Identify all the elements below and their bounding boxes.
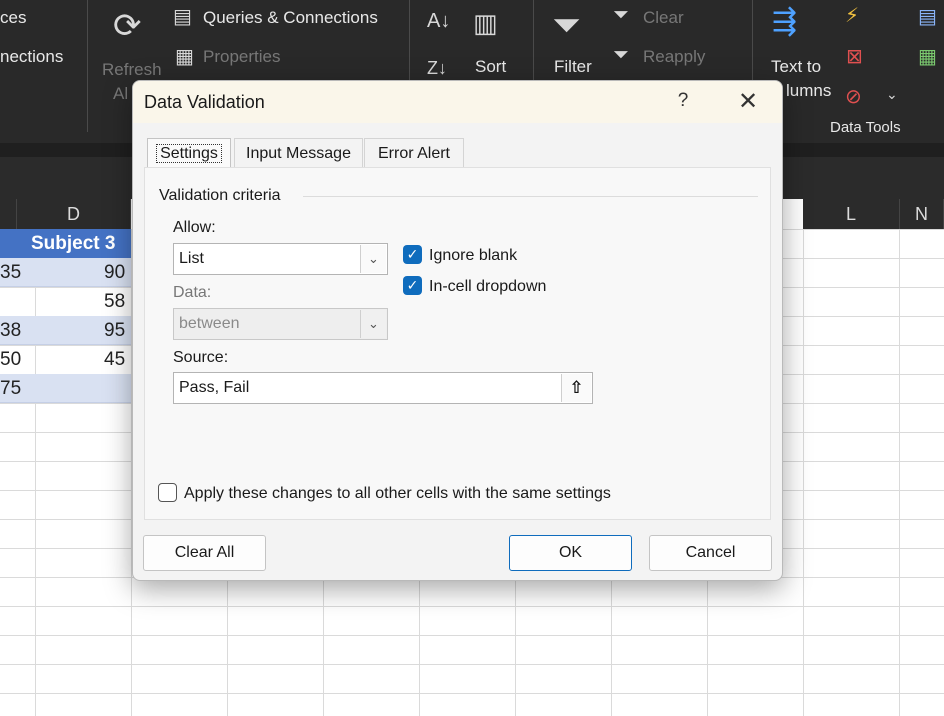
chevron-down-icon[interactable]: ⌄ xyxy=(360,245,386,273)
tab-error-alert[interactable]: Error Alert xyxy=(364,138,464,168)
text-to-columns-partial: lumns xyxy=(786,81,832,100)
ignore-blank-label[interactable]: Ignore blank xyxy=(429,247,517,265)
table-cell[interactable]: 38 xyxy=(0,316,21,345)
remove-duplicates-icon[interactable]: ⊠ xyxy=(846,44,863,69)
tab-input-message[interactable]: Input Message xyxy=(234,138,363,168)
data-tools-group-label: Data Tools xyxy=(830,119,901,136)
allow-select[interactable]: List ⌄ xyxy=(173,243,388,275)
flash-fill-icon[interactable]: ⚡ xyxy=(845,3,859,28)
column-header-c[interactable] xyxy=(0,199,17,229)
apply-to-all-label[interactable]: Apply these changes to all other cells w… xyxy=(184,485,611,503)
dialog-title: Data Validation xyxy=(144,92,265,112)
clear-all-button[interactable]: Clear All xyxy=(143,535,266,571)
data-validation-icon[interactable]: ⊘ xyxy=(845,84,862,109)
chevron-down-icon[interactable]: ⌄ xyxy=(886,86,898,103)
properties-icon: ▦ xyxy=(175,46,194,68)
table-cell[interactable]: 50 xyxy=(0,345,21,374)
reapply-button[interactable]: Reapply xyxy=(643,47,705,67)
validation-criteria-heading: Validation criteria xyxy=(159,187,281,204)
table-cell[interactable]: 35 xyxy=(0,258,21,287)
close-icon[interactable]: ✕ xyxy=(733,87,763,116)
ok-button[interactable]: OK xyxy=(509,535,632,571)
refresh-all-partial: Al xyxy=(113,84,129,103)
range-picker-icon[interactable]: ⇧ xyxy=(561,374,591,402)
text-to-columns-icon: ⇶ xyxy=(772,5,798,38)
properties-button[interactable]: Properties xyxy=(203,47,280,67)
text-to-columns-button[interactable]: Text to xyxy=(771,57,821,77)
refresh-label[interactable]: Refresh xyxy=(102,60,162,80)
data-select: between ⌄ xyxy=(173,308,388,340)
sort-za-icon[interactable]: Z↓ xyxy=(427,58,447,79)
table-cell[interactable]: 90 xyxy=(104,258,125,287)
table-cell[interactable]: 75 xyxy=(0,374,21,403)
queries-connections-button[interactable]: Queries & Connections xyxy=(203,8,378,28)
table-header-cell[interactable]: Subject 3 xyxy=(31,229,115,258)
clear-filter-icon: ⏷ xyxy=(613,4,629,26)
sort-button[interactable]: Sort xyxy=(475,57,506,77)
allow-label: Allow: xyxy=(173,219,216,236)
cancel-button[interactable]: Cancel xyxy=(649,535,772,571)
data-select-value: between xyxy=(179,315,240,332)
allow-select-value: List xyxy=(179,250,204,267)
refresh-icon: ⟳ xyxy=(113,7,142,45)
in-cell-dropdown-checkbox[interactable]: ✓ xyxy=(403,276,422,295)
tab-settings-label: Settings xyxy=(156,144,222,163)
column-header-l[interactable]: L xyxy=(803,199,900,229)
apply-to-all-checkbox[interactable] xyxy=(158,483,177,502)
settings-panel: Validation criteria Allow: List ⌄ Data: … xyxy=(144,167,771,520)
filter-icon: ⏷ xyxy=(552,4,581,45)
clear-button[interactable]: Clear xyxy=(643,8,684,28)
sort-dialog-icon: ▥ xyxy=(473,8,498,38)
consolidate-icon[interactable]: ▤ xyxy=(918,4,937,29)
data-label: Data: xyxy=(173,284,212,301)
table-cell[interactable]: 45 xyxy=(104,345,125,374)
reapply-icon: ⏷ xyxy=(613,44,629,66)
ribbon-partial-bottom[interactable]: nections xyxy=(0,47,63,67)
source-label: Source: xyxy=(173,349,229,366)
section-divider xyxy=(303,196,758,197)
source-input[interactable]: Pass, Fail ⇧ xyxy=(173,372,593,404)
ignore-blank-checkbox[interactable]: ✓ xyxy=(403,245,422,264)
filter-button[interactable]: Filter xyxy=(554,57,592,77)
in-cell-dropdown-label[interactable]: In-cell dropdown xyxy=(429,278,546,296)
chevron-down-icon: ⌄ xyxy=(360,310,386,338)
ribbon-partial-top: ces xyxy=(0,8,27,27)
ribbon-separator xyxy=(87,0,88,132)
column-header-d[interactable]: D xyxy=(17,199,131,229)
data-validation-dialog: Data Validation ? ✕ Settings Input Messa… xyxy=(132,80,783,581)
tab-settings[interactable]: Settings xyxy=(147,138,231,168)
help-button[interactable]: ? xyxy=(673,90,693,112)
column-header-m[interactable]: N xyxy=(900,199,944,229)
table-cell[interactable]: 58 xyxy=(104,287,125,316)
source-input-value: Pass, Fail xyxy=(179,379,250,396)
queries-icon: ▤ xyxy=(173,6,192,28)
sort-az-icon[interactable]: A↓ xyxy=(427,10,450,33)
dialog-titlebar[interactable]: Data Validation ? ✕ xyxy=(133,81,782,123)
data-model-icon[interactable]: ▦ xyxy=(918,44,937,69)
table-cell[interactable]: 95 xyxy=(104,316,125,345)
